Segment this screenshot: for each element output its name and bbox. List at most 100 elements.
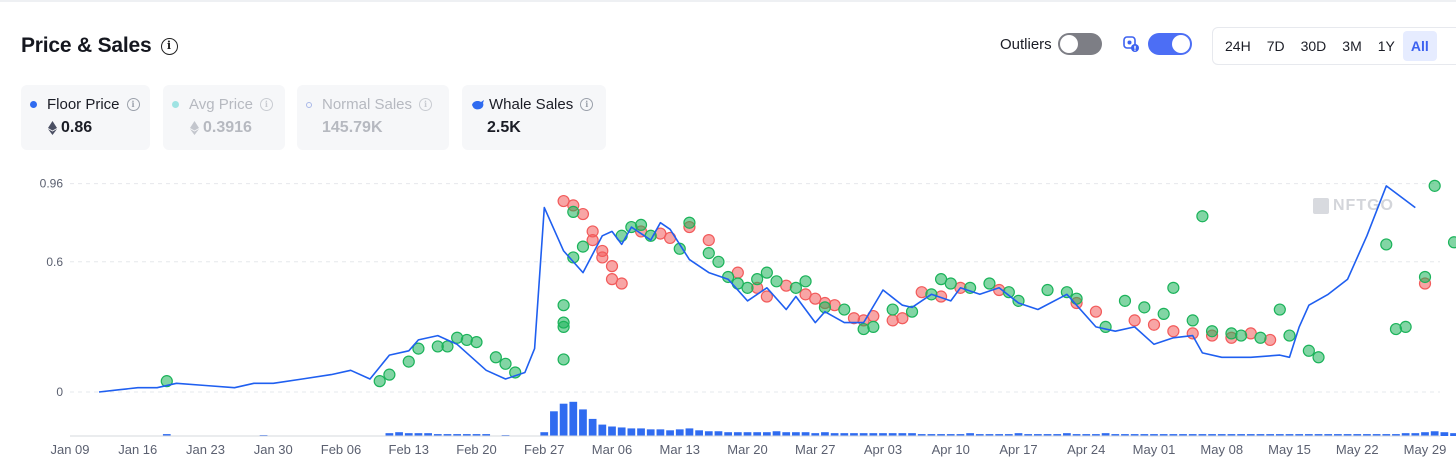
whale-sales-value: 2.5K [487, 119, 521, 136]
range-7d-button[interactable]: 7D [1259, 31, 1293, 61]
whale-sale-point-green[interactable] [557, 353, 570, 366]
whale-sale-point-green[interactable] [1273, 303, 1286, 316]
normal-sales-card[interactable]: Normal Sales i 145.79K [297, 85, 449, 150]
x-tick-label: Mar 20 [727, 442, 767, 457]
whale-sale-point-green[interactable] [983, 277, 996, 290]
whale-sale-point-green[interactable] [867, 320, 880, 333]
whale-sale-point-red[interactable] [896, 312, 909, 325]
whale-sale-point-green[interactable] [838, 303, 851, 316]
whale-sale-point-red[interactable] [1128, 314, 1141, 327]
whale-sale-point-green[interactable] [634, 218, 648, 232]
floor-price-card[interactable]: Floor Price i 0.86 [21, 85, 150, 150]
whale-sale-point-green[interactable] [441, 340, 454, 353]
x-tick-label: May 01 [1133, 442, 1176, 457]
whale-sale-point-green[interactable] [770, 275, 783, 288]
range-24h-button[interactable]: 24H [1217, 31, 1259, 61]
range-3m-button[interactable]: 3M [1334, 31, 1369, 61]
whale-sale-point-green[interactable] [499, 357, 512, 370]
whale-sale-point-green[interactable] [886, 303, 899, 316]
x-tick-label: Mar 27 [795, 442, 835, 457]
volume-bar [540, 432, 549, 436]
volume-bar [1421, 432, 1429, 436]
whale-sale-point-green[interactable] [1041, 283, 1054, 297]
whale-sale-point-green[interactable] [799, 275, 812, 288]
range-1y-button[interactable]: 1Y [1370, 31, 1403, 61]
outliers-label: Outliers [1000, 35, 1052, 53]
whale-sale-point-green[interactable] [373, 375, 386, 388]
price-sales-chart[interactable]: 0.96 0.6 0 Jan 09 Jan 16 Jan 23 Jan 30 Feb 06 Fe… [0, 160, 1456, 469]
volume-bar [733, 432, 742, 436]
volume-bar [801, 432, 810, 436]
whale-sale-point-green[interactable] [1283, 329, 1296, 342]
whale-sale-point-green[interactable] [1399, 320, 1412, 333]
whale-sale-point-green[interactable] [1302, 344, 1315, 357]
whale-sale-point-green[interactable] [470, 335, 483, 349]
avg-price-card[interactable]: Avg Price i 0.3916 [163, 85, 285, 150]
x-tick-label: May 22 [1336, 442, 1379, 457]
whale-sale-point-green[interactable] [576, 240, 590, 253]
whale-sale-point-green[interactable] [1235, 329, 1248, 342]
whale-sale-point-green[interactable] [1099, 320, 1112, 333]
whale-sale-point-green[interactable] [1167, 281, 1180, 294]
info-icon[interactable]: i [126, 98, 140, 111]
normal-sales-legend-dot [306, 101, 312, 108]
time-range-selector: 24H 7D 30D 3M 1Y All [1212, 27, 1456, 65]
whale-sale-point-green[interactable] [557, 299, 570, 312]
whale-sale-point-green[interactable] [402, 355, 415, 368]
range-30d-button[interactable]: 30D [1293, 31, 1335, 61]
whale-sale-point-green[interactable] [1312, 351, 1325, 364]
x-tick-label: Feb 20 [456, 442, 496, 457]
whale-sale-point-green[interactable] [1447, 236, 1456, 249]
whale-sale-point-green[interactable] [702, 247, 715, 260]
whale-sale-point-green[interactable] [722, 270, 735, 284]
whale-sale-point-red[interactable] [1089, 305, 1103, 318]
whale-sale-point-green[interactable] [944, 277, 957, 290]
whale-sale-point-green[interactable] [683, 216, 696, 229]
whale-sale-point-green[interactable] [1196, 210, 1209, 223]
avg-price-legend-dot [172, 101, 179, 108]
whale-sale-point-green[interactable] [1380, 238, 1393, 251]
info-icon[interactable]: i [259, 98, 273, 111]
whale-sale-point-green[interactable] [751, 273, 764, 286]
volume-bar [782, 432, 791, 436]
whale-sale-point-green[interactable] [1205, 325, 1219, 338]
whale-sale-point-green[interactable] [1428, 179, 1441, 192]
whale-sale-point-red[interactable] [702, 233, 715, 247]
whale-sales-card[interactable]: Whale Sales i 2.5K [462, 85, 606, 150]
whale-sale-point-green[interactable] [789, 281, 802, 294]
whale-toggle[interactable] [1147, 33, 1192, 55]
chart-controls: Outliers [1000, 33, 1192, 55]
info-icon[interactable]: i [160, 37, 178, 55]
y-tick-label: 0.96 [40, 177, 64, 191]
avg-price-label: Avg Price [189, 96, 253, 113]
info-icon[interactable]: i [580, 98, 594, 111]
whale-sale-point-green[interactable] [1118, 294, 1132, 307]
whale-sale-point-green[interactable] [567, 205, 580, 218]
outliers-toggle[interactable] [1057, 33, 1102, 55]
whale-sale-point-red[interactable] [605, 260, 619, 273]
info-icon[interactable]: i [419, 98, 433, 111]
whale-sale-point-green[interactable] [741, 281, 754, 294]
whale-sale-point-red[interactable] [586, 233, 599, 247]
volume-bar [617, 427, 626, 436]
floor-price-legend-dot [30, 101, 37, 108]
floor-price-value: 0.86 [61, 119, 93, 136]
range-all-button[interactable]: All [1402, 31, 1437, 61]
whale-sale-point-red[interactable] [615, 277, 628, 290]
whale-sale-point-green[interactable] [383, 368, 396, 381]
whale-sale-point-green[interactable] [1157, 307, 1170, 320]
whale-sale-point-green[interactable] [1070, 292, 1083, 305]
volume-bar [395, 432, 403, 436]
whale-sale-point-green[interactable] [489, 351, 502, 364]
whale-sale-point-green[interactable] [557, 316, 570, 329]
whale-sale-point-green[interactable] [1138, 301, 1151, 314]
whale-sale-point-green[interactable] [1418, 270, 1432, 284]
whale-sale-point-green[interactable] [760, 266, 773, 279]
whale-sale-point-green[interactable] [1254, 331, 1267, 344]
whale-sale-point-red[interactable] [1147, 318, 1161, 331]
x-tick-label: Jan 09 [50, 442, 89, 457]
whale-sale-point-red[interactable] [1167, 325, 1180, 338]
whale-sale-point-green[interactable] [712, 255, 725, 268]
whale-sale-point-green[interactable] [1186, 314, 1199, 327]
whale-sale-point-red[interactable] [596, 251, 609, 264]
